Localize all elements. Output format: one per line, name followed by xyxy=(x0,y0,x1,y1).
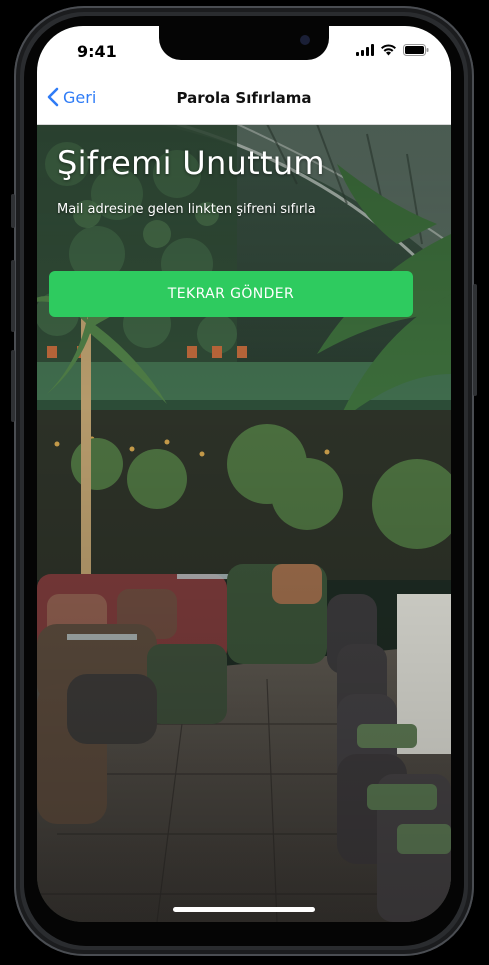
home-indicator[interactable] xyxy=(173,907,315,912)
navigation-bar: Geri Parola Sıfırlama xyxy=(37,74,451,125)
notch xyxy=(159,26,329,60)
cellular-signal-icon xyxy=(356,44,374,56)
silent-switch xyxy=(11,194,15,228)
resend-button[interactable]: TEKRAR GÖNDER xyxy=(49,271,413,317)
instruction-text: Mail adresine gelen linkten şifreni sıfı… xyxy=(57,202,316,217)
status-time: 9:41 xyxy=(77,42,117,61)
phone-screen: Şifremi Unuttum Mail adresine gelen link… xyxy=(37,26,451,922)
volume-down-button xyxy=(11,350,15,422)
status-icons xyxy=(356,44,429,56)
page-title: Parola Sıfırlama xyxy=(176,89,312,107)
battery-icon xyxy=(403,44,429,56)
restaurant-background-image: Şifremi Unuttum Mail adresine gelen link… xyxy=(37,122,451,922)
restaurant-photo xyxy=(37,122,451,922)
page-heading: Şifremi Unuttum xyxy=(57,144,325,182)
front-camera xyxy=(300,35,310,45)
power-button xyxy=(473,284,477,396)
volume-up-button xyxy=(11,260,15,332)
wifi-icon xyxy=(381,44,396,56)
